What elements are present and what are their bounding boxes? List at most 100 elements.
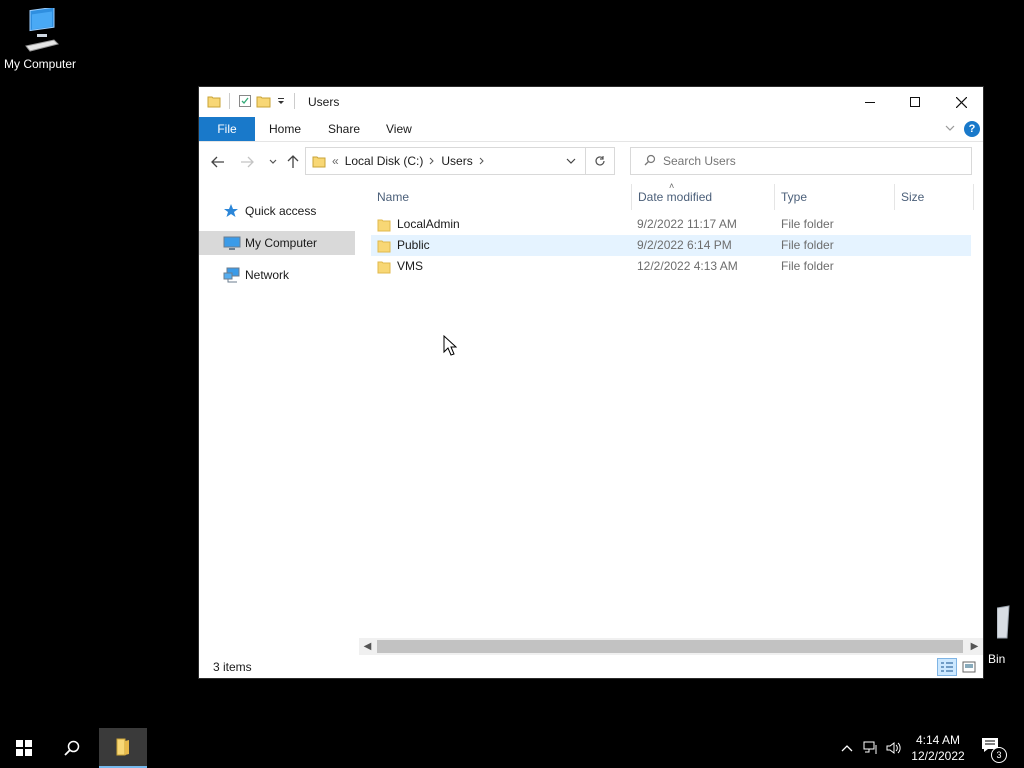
volume-button[interactable] <box>883 728 905 768</box>
sidebar-item-label: My Computer <box>245 236 318 250</box>
arrow-up-icon <box>287 155 299 168</box>
recycle-bin-icon <box>996 605 1010 639</box>
refresh-button[interactable] <box>585 148 614 174</box>
folder-icon <box>207 96 221 108</box>
file-date: 9/2/2022 11:17 AM <box>637 217 737 231</box>
chevron-down-icon[interactable] <box>944 122 956 134</box>
new-folder-icon[interactable] <box>256 94 272 108</box>
chevron-down-icon <box>566 158 576 164</box>
scroll-left-button[interactable]: ◀ <box>359 638 376 655</box>
column-header-size[interactable]: Size <box>901 184 961 210</box>
mouse-cursor-icon <box>443 335 457 356</box>
chevron-up-icon <box>841 745 853 752</box>
sidebar-item-my-computer[interactable]: My Computer <box>199 231 355 255</box>
column-header-date-modified[interactable]: Date modified <box>638 184 768 210</box>
monitor-icon <box>223 236 241 250</box>
file-type: File folder <box>781 238 834 252</box>
clock-date: 12/2/2022 <box>911 749 965 763</box>
sidebar-item-quick-access[interactable]: Quick access <box>199 199 355 223</box>
navigation-bar: « Local Disk (C:) Users <box>199 142 983 182</box>
arrow-left-icon <box>211 156 224 168</box>
horizontal-scrollbar[interactable]: ◀ ▶ <box>359 638 983 655</box>
properties-icon[interactable] <box>238 94 252 108</box>
up-button[interactable] <box>283 152 303 172</box>
breadcrumb-item-users[interactable]: Users <box>441 154 472 168</box>
desktop-icon-recycle-bin[interactable]: Bin <box>984 604 1024 666</box>
toolbar-divider <box>294 93 295 109</box>
window-title: Users <box>308 95 340 109</box>
table-row[interactable]: LocalAdmin 9/2/2022 11:17 AM File folder <box>371 214 971 235</box>
monitor-icon <box>25 6 59 52</box>
tab-share[interactable]: Share <box>328 117 360 141</box>
navigation-pane: Quick access My Computer Network <box>199 184 359 634</box>
sidebar-item-network[interactable]: Network <box>199 263 355 287</box>
file-explorer-window: Users File Home Share View ? « Local Dis… <box>198 86 984 679</box>
close-button[interactable] <box>938 87 984 117</box>
details-view-button[interactable] <box>937 658 957 676</box>
chevron-right-icon[interactable] <box>479 157 485 165</box>
tab-file[interactable]: File <box>199 117 255 141</box>
scrollbar-thumb[interactable] <box>377 640 963 653</box>
tab-home[interactable]: Home <box>269 117 301 141</box>
column-divider[interactable] <box>894 184 895 210</box>
star-icon <box>224 204 238 217</box>
arrow-right-icon <box>241 156 254 168</box>
taskbar-file-explorer[interactable] <box>99 728 147 768</box>
ribbon-tabs: File Home Share View ? <box>199 117 983 142</box>
minimize-button[interactable] <box>847 87 893 117</box>
desktop-icon-label: Bin <box>988 652 1006 666</box>
folder-icon <box>377 240 391 253</box>
speaker-icon <box>886 742 901 754</box>
clock-time: 4:14 AM <box>915 733 961 747</box>
refresh-icon <box>595 156 605 166</box>
taskbar: 4:14 AM 12/2/2022 3 <box>0 728 1024 768</box>
search-input[interactable] <box>661 153 945 169</box>
maximize-button[interactable] <box>892 87 938 117</box>
breadcrumb-item-local-disk[interactable]: Local Disk (C:) <box>345 154 424 168</box>
scroll-right-button[interactable]: ▶ <box>966 638 983 655</box>
folder-icon <box>312 156 326 168</box>
status-bar: 3 items <box>199 656 983 678</box>
file-date: 12/2/2022 4:13 AM <box>637 259 738 273</box>
help-button[interactable]: ? <box>964 121 980 137</box>
address-history-button[interactable] <box>557 148 585 174</box>
breadcrumb-overflow[interactable]: « <box>332 154 339 168</box>
breadcrumb: « Local Disk (C:) Users <box>306 154 557 168</box>
quick-access-toolbar <box>207 93 299 109</box>
title-bar[interactable]: Users <box>199 87 983 117</box>
toolbar-divider <box>229 93 230 109</box>
search-icon <box>64 740 80 756</box>
back-button[interactable] <box>208 152 228 172</box>
action-center-button[interactable]: 3 <box>980 736 1010 763</box>
start-button[interactable] <box>0 728 48 768</box>
chevron-right-icon[interactable] <box>429 157 435 165</box>
recent-locations-button[interactable] <box>263 152 283 172</box>
maximize-icon <box>910 97 920 107</box>
column-header-type[interactable]: Type <box>781 184 881 210</box>
column-divider[interactable] <box>774 184 775 210</box>
network-icon <box>863 741 877 754</box>
desktop-icon-label: My Computer <box>3 57 77 71</box>
file-date: 9/2/2022 6:14 PM <box>637 238 732 252</box>
search-box[interactable] <box>630 147 972 175</box>
address-bar[interactable]: « Local Disk (C:) Users <box>305 147 615 175</box>
show-hidden-icons-button[interactable] <box>836 728 858 768</box>
taskbar-search-button[interactable] <box>48 728 96 768</box>
file-name: VMS <box>397 259 424 273</box>
search-icon <box>644 154 656 166</box>
system-clock[interactable]: 4:14 AM 12/2/2022 <box>905 732 971 764</box>
large-icons-view-button[interactable] <box>959 658 979 676</box>
table-row[interactable]: Public 9/2/2022 6:14 PM File folder <box>371 235 971 256</box>
tab-view[interactable]: View <box>386 117 412 141</box>
table-row[interactable]: VMS 12/2/2022 4:13 AM File folder <box>371 256 971 277</box>
forward-button[interactable] <box>237 152 257 172</box>
large-icons-view-icon <box>962 661 976 673</box>
customize-dropdown-icon[interactable] <box>276 94 286 108</box>
network-status-button[interactable] <box>860 728 882 768</box>
desktop-icon-my-computer[interactable]: My Computer <box>0 6 80 71</box>
notification-badge: 3 <box>991 747 1007 763</box>
sidebar-item-label: Quick access <box>245 204 317 218</box>
column-header-name[interactable]: Name <box>377 184 627 210</box>
column-divider[interactable] <box>973 184 974 210</box>
column-divider[interactable] <box>631 184 632 210</box>
